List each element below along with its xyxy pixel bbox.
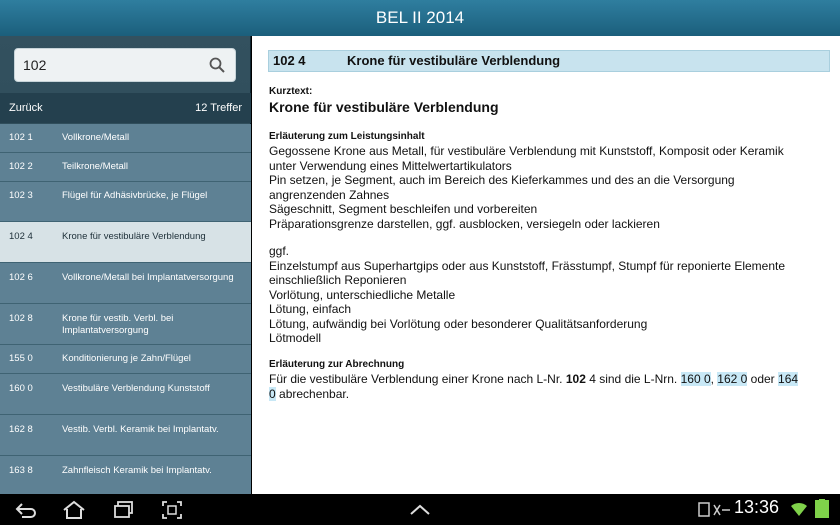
detail-header: 102 4 Krone für vestibuläre Verblendung: [268, 50, 830, 72]
result-list: 102 1 Vollkrone/Metall 102 2 Teilkrone/M…: [0, 124, 251, 494]
search-box[interactable]: [14, 48, 236, 82]
item-name: Zahnfleisch Keramik bei Implantatv.: [62, 465, 212, 476]
item-name: Flügel für Adhäsivbrücke, je Flügel: [62, 190, 208, 201]
item-code: 102 2: [9, 161, 33, 172]
list-item[interactable]: 155 0 Konditionierung je Zahn/Flügel: [0, 345, 251, 374]
search-input[interactable]: [23, 49, 201, 81]
billing-part: Für die vestibuläre Verblendung einer Kr…: [269, 372, 566, 386]
text-line: Lötmodell: [269, 331, 322, 345]
text-line: angrenzenden Zahnes: [269, 187, 390, 202]
hit-count: 12 Treffer: [195, 102, 242, 114]
detail-code: 102 4: [273, 53, 306, 68]
recent-apps-icon[interactable]: [112, 500, 136, 520]
code-link-164-0-cont[interactable]: 0: [269, 386, 276, 401]
item-code: 162 8: [9, 424, 33, 435]
content-label: Erläuterung zum Leistungsinhalt: [269, 131, 425, 142]
item-code: 160 0: [9, 383, 33, 394]
results-nav: Zurück 12 Treffer: [0, 93, 251, 123]
notification-icons: [698, 502, 730, 517]
content-text: Gegossene Krone aus Metall, für vestibul…: [269, 144, 829, 231]
clock: 13:36: [734, 497, 780, 517]
sidebar: Zurück 12 Treffer 102 1 Vollkrone/Metall…: [0, 36, 251, 494]
item-code: 102 4: [9, 231, 33, 242]
text-line: Einzelstumpf aus Superhartgips oder aus …: [269, 258, 786, 273]
chevron-up-icon[interactable]: [408, 503, 432, 517]
text-line: ggf.: [269, 244, 290, 258]
list-item[interactable]: 160 0 Vestibuläre Verblendung Kunststoff: [0, 374, 251, 415]
list-item[interactable]: 102 8 Krone für vestib. Verbl. bei Impla…: [0, 304, 251, 345]
optional-text: ggf. Einzelstumpf aus Superhartgips oder…: [269, 244, 829, 346]
code-link-162-0[interactable]: 162 0: [717, 372, 748, 386]
text-line: Sägeschnitt, Segment beschleifen und vor…: [269, 202, 538, 216]
back-button[interactable]: Zurück: [9, 93, 43, 123]
list-item[interactable]: 163 8 Zahnfleisch Keramik bei Implantatv…: [0, 456, 251, 494]
list-item[interactable]: 102 3 Flügel für Adhäsivbrücke, je Flüge…: [0, 182, 251, 222]
billing-text: Für die vestibuläre Verblendung einer Kr…: [269, 372, 829, 401]
item-name: Vollkrone/Metall bei Implantatversorgung: [62, 272, 234, 283]
text-line: Lötung, aufwändig bei Vorlötung oder bes…: [269, 316, 648, 331]
item-name: Konditionierung je Zahn/Flügel: [62, 353, 191, 364]
app-title: BEL II 2014: [375, 8, 465, 27]
back-icon[interactable]: [14, 500, 38, 520]
short-text-label: Kurztext:: [269, 86, 313, 97]
list-item[interactable]: 102 6 Vollkrone/Metall bei Implantatvers…: [0, 263, 251, 304]
billing-label: Erläuterung zur Abrechnung: [269, 359, 405, 370]
billing-bold-code: 102: [565, 372, 586, 386]
text-line: Pin setzen, je Segment, auch im Bereich …: [269, 173, 735, 187]
billing-sep: oder: [747, 372, 779, 386]
home-icon[interactable]: [62, 500, 86, 520]
item-code: 102 3: [9, 190, 33, 201]
text-line: Vorlötung, unterschiedliche Metalle: [269, 287, 456, 302]
system-navbar: 13:36: [0, 494, 840, 525]
list-item[interactable]: 102 1 Vollkrone/Metall: [0, 124, 251, 153]
billing-part: 4 sind die L-Nrn.: [585, 372, 681, 386]
wifi-icon: [791, 502, 807, 516]
item-code: 102 6: [9, 272, 33, 283]
item-code: 155 0: [9, 353, 33, 364]
billing-part: abrechenbar.: [275, 386, 350, 401]
item-name: Krone für vestib. Verbl. bei Implantatve…: [62, 313, 174, 336]
detail-pane: 102 4 Krone für vestibuläre Verblendung …: [252, 36, 840, 494]
item-code: 102 1: [9, 132, 33, 143]
code-link-160-0[interactable]: 160 0: [680, 372, 711, 386]
item-code: 102 8: [9, 313, 33, 324]
short-text: Krone für vestibuläre Verblendung: [269, 99, 499, 115]
text-line: Präparationsgrenze darstellen, ggf. ausb…: [269, 216, 660, 231]
item-name: Vestibuläre Verblendung Kunststoff: [62, 383, 210, 394]
item-code: 163 8: [9, 465, 33, 476]
text-line: einschließlich Reponieren: [269, 273, 407, 287]
list-item[interactable]: 102 2 Teilkrone/Metall: [0, 153, 251, 182]
detail-title: Krone für vestibuläre Verblendung: [347, 53, 561, 68]
list-item[interactable]: 162 8 Vestib. Verbl. Keramik bei Implant…: [0, 415, 251, 456]
search-icon[interactable]: [209, 57, 225, 73]
item-name: Teilkrone/Metall: [62, 161, 128, 172]
list-item-selected[interactable]: 102 4 Krone für vestibuläre Verblendung: [0, 222, 251, 263]
item-name: Vestib. Verbl. Keramik bei Implantatv.: [62, 424, 219, 435]
title-bar: BEL II 2014: [0, 0, 840, 36]
code-link-164-0[interactable]: 164: [778, 372, 799, 386]
text-line: unter Verwendung eines Mittelwertartikul…: [269, 158, 512, 173]
battery-icon: [815, 499, 829, 518]
item-name: Krone für vestibuläre Verblendung: [62, 231, 206, 242]
item-name: Vollkrone/Metall: [62, 132, 130, 143]
text-line: Gegossene Krone aus Metall, für vestibul…: [269, 144, 784, 158]
screenshot-icon[interactable]: [160, 500, 184, 520]
text-line: Lötung, einfach: [269, 302, 352, 316]
